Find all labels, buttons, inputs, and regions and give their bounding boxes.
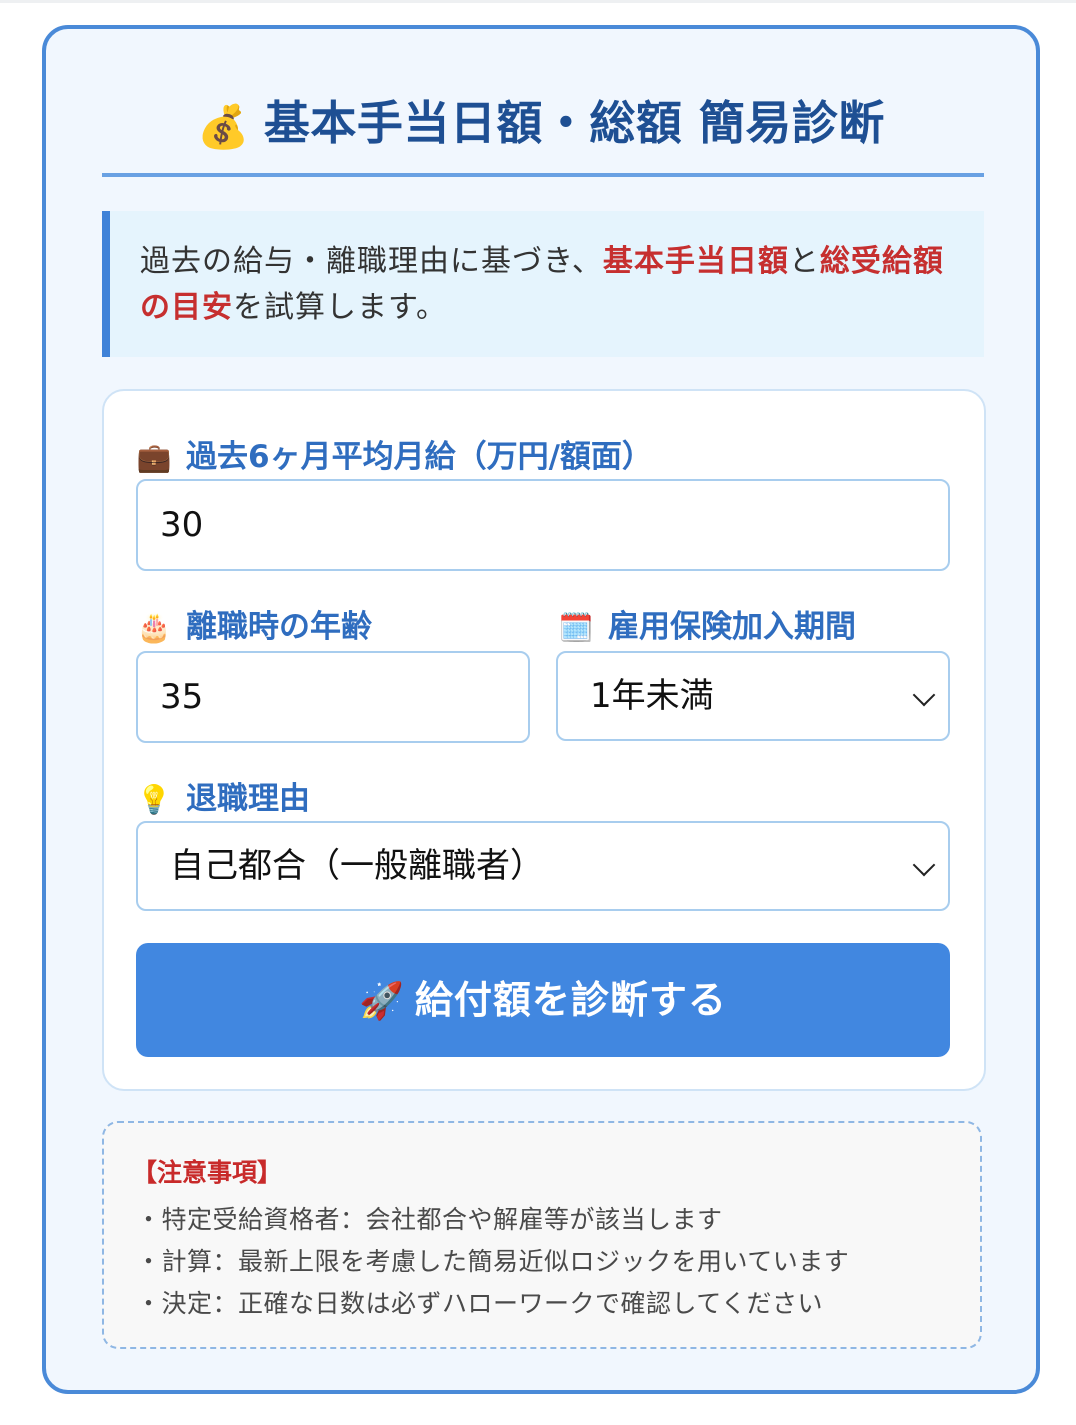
chevron-down-icon <box>912 853 936 877</box>
title-divider <box>102 173 984 177</box>
salary-input-value: 30 <box>160 505 204 545</box>
intro-text-end: を試算します。 <box>233 290 447 325</box>
intro-box: 過去の給与・離職理由に基づき、基本手当日額と総受給額の目安を試算します。 <box>102 211 984 357</box>
notes-item: ・特定受給資格者：会社都合や解雇等が該当します <box>136 1205 723 1234</box>
diagnose-button-label: 給付額を診断する <box>414 978 727 1022</box>
reason-label: 💡 退職理由 <box>134 773 310 818</box>
period-label-text: 雇用保険加入期間 <box>608 609 856 645</box>
light-bulb-icon: 💡 <box>136 783 172 816</box>
rocket-icon: 🚀 <box>359 981 405 1022</box>
chevron-down-icon <box>912 683 936 707</box>
age-label-text: 離職時の年齢 <box>186 609 372 645</box>
diagnosis-form: 💼 過去6ヶ月平均月給（万円/額面） 30 🎂 離職時の年齢 35 🗓️ 雇用保険加入… <box>102 389 986 1091</box>
salary-label-text: 過去6ヶ月平均月給（万円/額面） <box>186 439 653 475</box>
money-bag-icon: 💰 <box>197 102 250 151</box>
page-title: 💰 基本手当日額・総額 簡易診断 <box>46 87 1036 153</box>
notes-item: ・計算：最新上限を考慮した簡易近似ロジックを用いています <box>136 1247 850 1276</box>
period-select-value: 1年未満 <box>590 676 714 716</box>
notes-title: 【注意事項】 <box>132 1158 283 1187</box>
intro-text: 過去の給与・離職理由に基づき、 <box>140 244 603 279</box>
diagnose-button[interactable]: 🚀 給付額を診断する <box>136 943 950 1057</box>
age-label: 🎂 離職時の年齢 <box>134 601 372 646</box>
period-label: 🗓️ 雇用保険加入期間 <box>556 601 856 646</box>
reason-select-value: 自己都合（一般離職者） <box>170 846 544 886</box>
top-divider <box>0 0 1076 3</box>
birthday-cake-icon: 🎂 <box>136 611 172 644</box>
intro-highlight-daily: 基本手当日額 <box>602 244 789 279</box>
diagnosis-card: 💰 基本手当日額・総額 簡易診断 過去の給与・離職理由に基づき、基本手当日額と総受… <box>42 25 1040 1394</box>
page-title-text: 基本手当日額・総額 簡易診断 <box>263 96 885 150</box>
notes-item: ・決定：正確な日数は必ずハローワークで確認してください <box>136 1289 824 1318</box>
reason-select[interactable]: 自己都合（一般離職者） <box>136 821 950 911</box>
reason-label-text: 退職理由 <box>186 781 310 817</box>
salary-label: 💼 過去6ヶ月平均月給（万円/額面） <box>134 431 653 476</box>
intro-text-connector: と <box>788 244 820 279</box>
period-select[interactable]: 1年未満 <box>556 651 950 741</box>
age-input-value: 35 <box>160 677 204 717</box>
salary-input[interactable]: 30 <box>136 479 950 571</box>
age-input[interactable]: 35 <box>136 651 530 743</box>
briefcase-icon: 💼 <box>136 441 172 474</box>
notes-box: 【注意事項】 ・特定受給資格者：会社都合や解雇等が該当します ・計算：最新上限を… <box>102 1121 982 1349</box>
calendar-icon: 🗓️ <box>558 611 594 644</box>
